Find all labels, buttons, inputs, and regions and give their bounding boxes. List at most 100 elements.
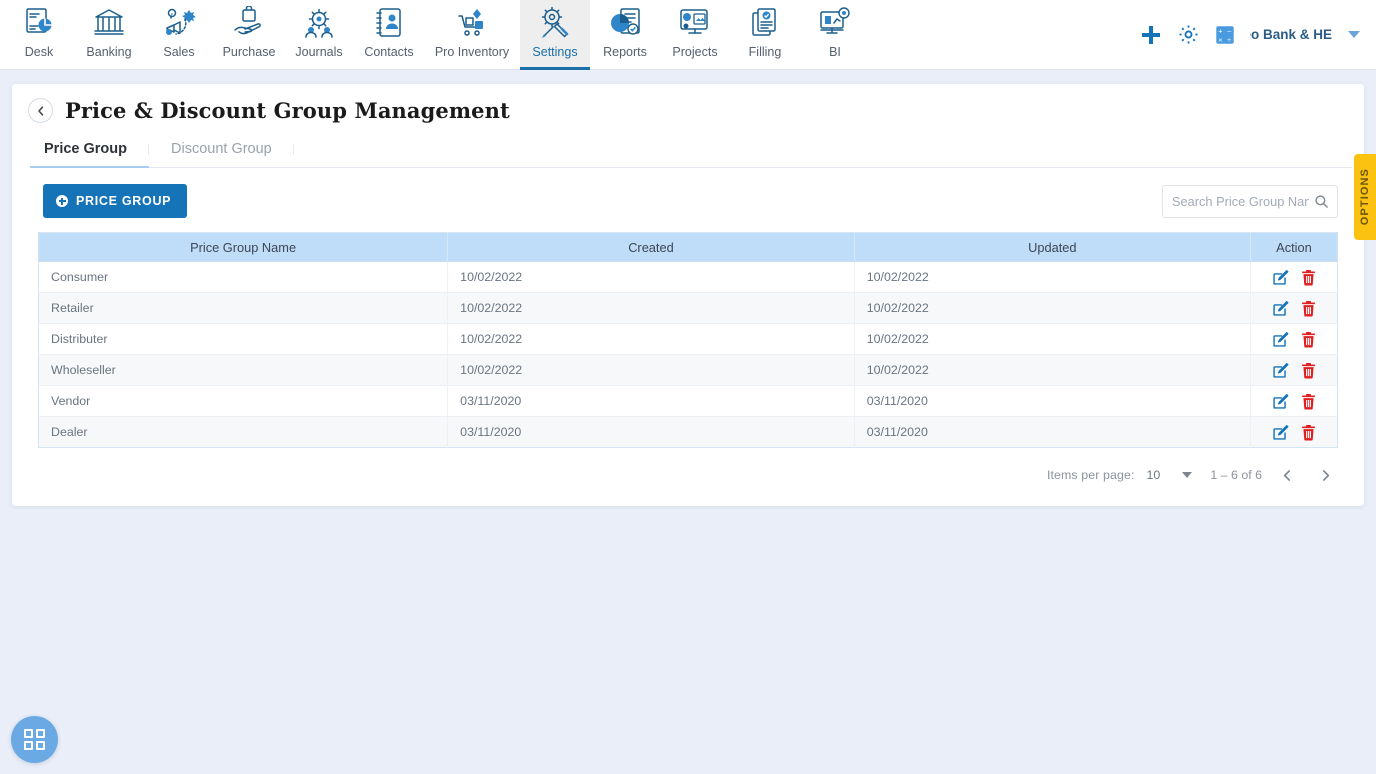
cell-updated: 03/11/2020 [854, 416, 1251, 448]
trash-icon[interactable] [1301, 362, 1316, 379]
chevron-left-icon [35, 105, 47, 117]
tab-discount-group[interactable]: Discount Group [149, 133, 294, 167]
filling-documents-icon [748, 5, 782, 41]
items-per-page-select[interactable]: 10 [1147, 468, 1193, 482]
nav-item-label: Sales [163, 45, 195, 59]
cell-action [1250, 385, 1338, 417]
edit-pencil-icon[interactable] [1272, 424, 1289, 441]
search-box [1162, 184, 1338, 218]
company-name[interactable]: eo Bank & HE [1250, 27, 1332, 42]
nav-item-label: Pro Inventory [434, 45, 510, 59]
nav-item-label: Banking [86, 45, 132, 59]
trash-icon[interactable] [1301, 269, 1316, 286]
search-icon[interactable] [1314, 194, 1329, 214]
chevron-down-icon [1182, 472, 1193, 478]
tab-bar: Price Group Discount Group [30, 133, 1352, 168]
bank-building-icon [92, 5, 126, 41]
content-card: Price & Discount Group Management Price … [12, 84, 1364, 506]
cell-updated: 03/11/2020 [854, 385, 1251, 417]
tab-label: Price Group [44, 141, 127, 157]
trash-icon[interactable] [1301, 393, 1316, 410]
cell-price-group-name: Retailer [38, 292, 449, 324]
nav-item-settings[interactable]: Settings [520, 0, 590, 70]
cell-price-group-name: Wholeseller [38, 354, 449, 386]
cell-price-group-name: Consumer [38, 261, 449, 293]
cell-price-group-name: Dealer [38, 416, 449, 448]
cell-action [1250, 261, 1338, 293]
svg-text:÷: ÷ [1227, 35, 1231, 44]
add-price-group-label: PRICE GROUP [76, 194, 172, 208]
gear-icon[interactable] [1177, 23, 1200, 46]
edit-pencil-icon[interactable] [1272, 269, 1289, 286]
bi-monitor-icon [818, 5, 852, 41]
svg-text:+: + [1218, 26, 1222, 35]
cell-created: 10/02/2022 [447, 261, 855, 293]
calculator-icon[interactable]: + – × ÷ [1214, 24, 1236, 46]
price-group-table: Price Group Name Created Updated Action Con… [38, 232, 1338, 448]
edit-pencil-icon[interactable] [1272, 300, 1289, 317]
trash-icon[interactable] [1301, 331, 1316, 348]
cell-action [1250, 292, 1338, 324]
inventory-cart-icon [455, 5, 489, 41]
nav-item-bi[interactable]: BI [800, 0, 870, 69]
tab-price-group[interactable]: Price Group [30, 133, 149, 168]
nav-item-filling[interactable]: Filling [730, 0, 800, 69]
add-price-group-button[interactable]: PRICE GROUP [43, 184, 188, 218]
nav-item-label: Contacts [364, 45, 414, 59]
cell-updated: 10/02/2022 [854, 292, 1251, 324]
nav-item-projects[interactable]: Projects [660, 0, 730, 69]
cell-created: 03/11/2020 [447, 416, 855, 448]
cell-price-group-name: Vendor [38, 385, 449, 417]
column-header: Price Group Name [38, 232, 449, 262]
next-page-button[interactable] [1312, 462, 1338, 488]
trash-icon[interactable] [1301, 424, 1316, 441]
options-side-tab[interactable]: OPTIONS [1354, 154, 1376, 240]
nav-item-label: Journals [295, 45, 343, 59]
items-per-page-label: Items per page: [1046, 468, 1135, 482]
topnav-actions: + – × ÷ eo Bank & HE [1139, 0, 1376, 69]
nav-item-label: Filling [748, 45, 782, 59]
nav-item-label: Reports [603, 45, 647, 59]
plus-circle-icon [56, 195, 68, 207]
cell-price-group-name: Distributer [38, 323, 449, 355]
nav-item-reports[interactable]: Reports [590, 0, 660, 69]
table-row: Vendor 03/11/2020 03/11/2020 [38, 385, 1338, 417]
cell-created: 03/11/2020 [447, 385, 855, 417]
search-input[interactable] [1163, 185, 1337, 217]
edit-pencil-icon[interactable] [1272, 331, 1289, 348]
edit-pencil-icon[interactable] [1272, 362, 1289, 379]
back-button[interactable] [28, 98, 53, 123]
column-header: Action [1250, 232, 1338, 262]
nav-item-purchase[interactable]: Purchase [214, 0, 284, 69]
plus-icon[interactable] [1139, 23, 1163, 47]
nav-item-journals[interactable]: Journals [284, 0, 354, 69]
page-container: OPTIONS Price & Discount Group Managemen… [0, 70, 1376, 506]
pagination-range: 1 – 6 of 6 [1210, 468, 1262, 482]
nav-item-desk[interactable]: Desk [4, 0, 74, 69]
settings-tools-icon [538, 5, 572, 41]
options-side-tab-label: OPTIONS [1359, 168, 1371, 226]
table-row: Consumer 10/02/2022 10/02/2022 [38, 261, 1338, 293]
previous-page-button[interactable] [1274, 462, 1300, 488]
table-row: Distributer 10/02/2022 10/02/2022 [38, 323, 1338, 355]
table-row: Retailer 10/02/2022 10/02/2022 [38, 292, 1338, 324]
nav-item-pro-inventory[interactable]: Pro Inventory [424, 0, 520, 69]
svg-text:×: × [1218, 35, 1222, 44]
cell-created: 10/02/2022 [447, 292, 855, 324]
apps-launcher-button[interactable] [11, 716, 58, 763]
sales-megaphone-icon [162, 5, 196, 41]
edit-pencil-icon[interactable] [1272, 393, 1289, 410]
page-title: Price & Discount Group Management [65, 98, 510, 123]
desk-dashboard-icon [22, 5, 56, 41]
cell-updated: 10/02/2022 [854, 354, 1251, 386]
items-per-page-value: 10 [1146, 468, 1161, 482]
toolbar: PRICE GROUP [12, 168, 1364, 232]
chevron-down-icon[interactable] [1348, 31, 1360, 38]
cell-action [1250, 323, 1338, 355]
table-row: Dealer 03/11/2020 03/11/2020 [38, 416, 1338, 448]
trash-icon[interactable] [1301, 300, 1316, 317]
nav-item-contacts[interactable]: Contacts [354, 0, 424, 69]
projects-screen-icon [678, 5, 712, 41]
nav-item-sales[interactable]: Sales [144, 0, 214, 69]
nav-item-banking[interactable]: Banking [74, 0, 144, 69]
